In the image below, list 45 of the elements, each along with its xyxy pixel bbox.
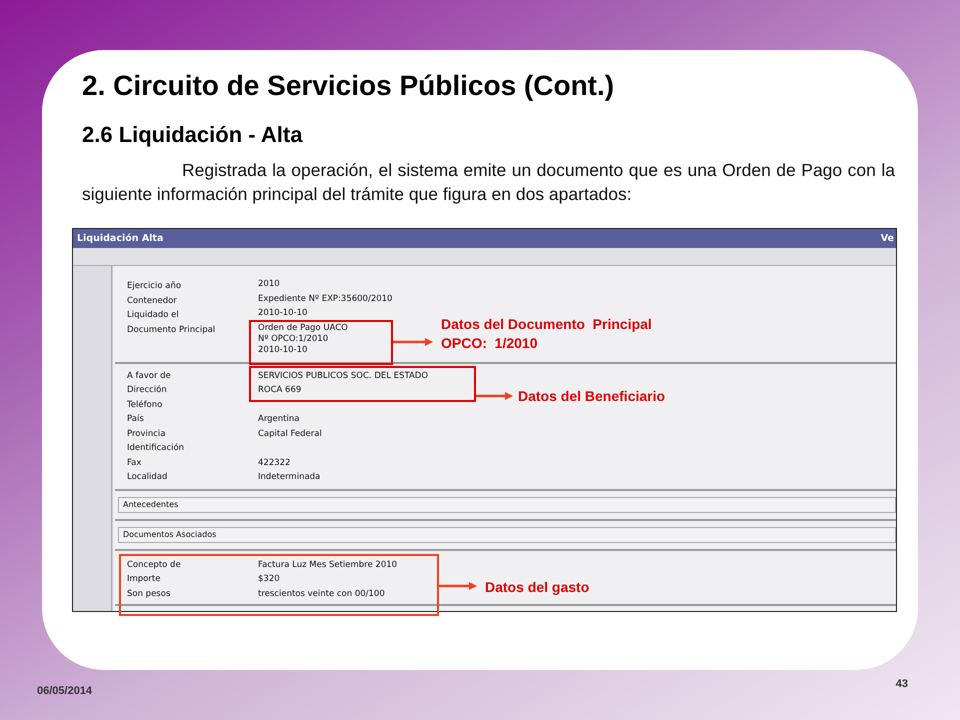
- field-value: 2010-10-10: [258, 308, 308, 319]
- callout-label: Datos del Documento Principal OPCO: 1/2010: [441, 315, 652, 353]
- field-label: Importe: [127, 573, 162, 586]
- window-title: Liquidación Alta: [77, 233, 164, 244]
- field-value: Indeterminada: [258, 471, 320, 484]
- field-value: 2010-10-10: [258, 344, 308, 356]
- slide-title: 2. Circuito de Servicios Públicos (Cont.): [82, 69, 616, 103]
- field-value: trescientos veinte con 00/100: [258, 588, 385, 600]
- slide-subtitle: 2.6 Liquidación - Alta: [82, 121, 304, 149]
- field-label: Dirección: [127, 384, 168, 397]
- field-label: Ejercicio año: [127, 280, 182, 293]
- field-label: Son pesos: [127, 588, 172, 600]
- field-label: Localidad: [127, 471, 168, 484]
- field-value: Orden de Pago UACO: [258, 322, 348, 334]
- slide-date: 06/05/2014: [37, 685, 92, 697]
- field-label: Concepto de: [127, 558, 182, 572]
- field-value: Expediente Nº EXP:35600/2010: [258, 294, 392, 304]
- field-value: $320: [258, 573, 280, 586]
- arrow-icon: [439, 582, 477, 590]
- field-label: Teléfono: [127, 398, 164, 412]
- field-label: Provincia: [127, 428, 167, 440]
- field-value: SERVICIOS PUBLICOS SOC. DEL ESTADO: [258, 370, 428, 382]
- field-value: 422322: [258, 456, 290, 470]
- field-value: Factura Luz Mes Setiembre 2010: [258, 558, 398, 572]
- field-label: Identificación: [127, 442, 186, 455]
- collapsed-section-bar[interactable]: Documentos Asociados: [118, 526, 896, 542]
- field-value: Nº OPCO:1/2010: [258, 334, 330, 344]
- field-value: Argentina: [258, 413, 300, 426]
- callout-label: Datos del Beneficiario: [518, 387, 666, 406]
- paragraph: Registrada la operación, el sistema emite un documento que es una Orden de Pago con la siguiente información principal del trámite que figura en dos apartados:: [82, 159, 895, 206]
- arrow-icon: [476, 392, 513, 400]
- field-value: ROCA 669: [258, 384, 302, 397]
- field-label: Contenedor: [127, 294, 178, 308]
- field-value: 2010: [258, 279, 280, 290]
- page-number: 43: [896, 678, 908, 690]
- field-label: País: [127, 413, 145, 426]
- collapsed-section-bar[interactable]: Antecedentes: [118, 496, 896, 512]
- header-link[interactable]: Ve: [880, 233, 894, 244]
- field-label: A favor de: [127, 370, 172, 382]
- field-value: Capital Federal: [258, 428, 322, 440]
- arrow-icon: [393, 338, 433, 346]
- field-label: Liquidado el: [127, 309, 180, 322]
- field-label: Fax: [127, 456, 142, 470]
- callout-label: Datos del gasto: [485, 578, 590, 597]
- field-label: Documento Principal: [127, 324, 216, 336]
